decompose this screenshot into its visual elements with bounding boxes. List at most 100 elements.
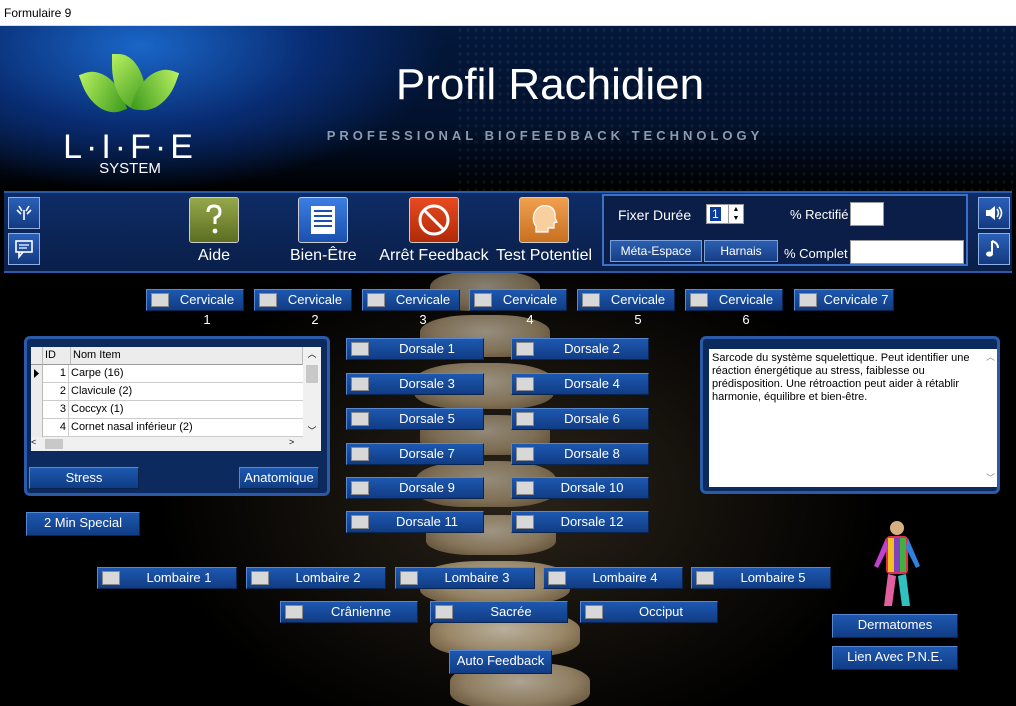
checkbox[interactable] <box>516 447 534 461</box>
checkbox[interactable] <box>351 481 369 495</box>
checkbox[interactable] <box>351 447 369 461</box>
dorsale-10-button[interactable]: Dorsale 10 <box>511 477 649 499</box>
dorsale-9-button[interactable]: Dorsale 9 <box>346 477 484 499</box>
anatomical-button[interactable]: Anatomique <box>239 467 319 489</box>
cervicale-7-button[interactable]: Cervicale 7 <box>794 289 894 311</box>
lombaire-2-button[interactable]: Lombaire 2 <box>246 567 386 589</box>
checkbox[interactable] <box>696 571 714 585</box>
cervicale-2-button[interactable]: Cervicale 2 <box>254 289 352 327</box>
harness-button[interactable]: Harnais <box>704 240 778 262</box>
table-row[interactable]: 2 Clavicule (2) <box>31 383 303 401</box>
checkbox[interactable] <box>351 342 369 356</box>
scroll-thumb[interactable] <box>306 365 318 383</box>
checkbox[interactable] <box>151 293 169 307</box>
dorsale-11-button[interactable]: Dorsale 11 <box>346 511 484 533</box>
sacral-button[interactable]: Sacrée <box>430 601 568 623</box>
lombaire-4-button[interactable]: Lombaire 4 <box>543 567 683 589</box>
checkbox[interactable] <box>474 293 492 307</box>
music-note-icon[interactable] <box>978 233 1010 265</box>
checkbox[interactable] <box>435 605 453 619</box>
cranial-button[interactable]: Crânienne <box>280 601 418 623</box>
lombaire-3-button[interactable]: Lombaire 3 <box>395 567 535 589</box>
dorsale-12-button[interactable]: Dorsale 12 <box>511 511 649 533</box>
checkbox[interactable] <box>516 412 534 426</box>
checkbox[interactable] <box>582 293 600 307</box>
scroll-left-icon[interactable]: < <box>31 437 36 447</box>
help-button[interactable]: Aide <box>184 197 244 269</box>
checkbox[interactable] <box>351 515 369 529</box>
row-id: 1 <box>43 365 69 382</box>
dorsale-3-button[interactable]: Dorsale 3 <box>346 373 484 395</box>
column-header-name[interactable]: Nom Item <box>71 347 303 365</box>
cervicale-5-button[interactable]: Cervicale 5 <box>577 289 675 327</box>
dermatomes-button[interactable]: Dermatomes <box>832 614 958 638</box>
chat-icon[interactable] <box>8 233 40 265</box>
dorsale-6-button[interactable]: Dorsale 6 <box>511 408 649 430</box>
checkbox[interactable] <box>516 377 534 391</box>
checkbox[interactable] <box>516 342 534 356</box>
table-row[interactable]: 3 Coccyx (1) <box>31 401 303 419</box>
scroll-up-icon[interactable]: ︿ <box>986 351 995 364</box>
checkbox[interactable] <box>285 605 303 619</box>
checkbox[interactable] <box>259 293 277 307</box>
dorsale-1-button[interactable]: Dorsale 1 <box>346 338 484 360</box>
test-potential-button[interactable]: Test Potentiel <box>494 197 594 269</box>
checkbox[interactable] <box>585 605 603 619</box>
cervicale-1-button[interactable]: Cervicale 1 <box>146 289 244 327</box>
lombaire-1-button[interactable]: Lombaire 1 <box>97 567 237 589</box>
checkbox[interactable] <box>400 571 418 585</box>
horizontal-scrollbar[interactable]: < > <box>31 437 321 451</box>
scroll-up-icon[interactable]: ︿ <box>303 347 321 360</box>
scroll-right-icon[interactable]: > <box>289 437 294 447</box>
dermatome-figure[interactable] <box>866 518 928 610</box>
checkbox[interactable] <box>516 515 534 529</box>
spinner-down-icon[interactable]: ▼ <box>728 214 743 223</box>
row-name: Cornet nasal inférieur (2) <box>71 421 193 433</box>
button-label: Lombaire 3 <box>444 570 510 585</box>
question-icon <box>189 197 239 243</box>
dorsale-5-button[interactable]: Dorsale 5 <box>346 408 484 430</box>
checkbox[interactable] <box>102 571 120 585</box>
duration-spinner[interactable]: 1 ▲ ▼ <box>706 204 744 224</box>
signal-icon[interactable] <box>8 197 40 229</box>
dorsale-8-button[interactable]: Dorsale 8 <box>511 443 649 465</box>
scroll-down-icon[interactable]: ﹀ <box>303 424 321 437</box>
spinner-up-icon[interactable]: ▲ <box>728 205 743 214</box>
hscroll-thumb[interactable] <box>45 439 63 449</box>
vertical-scrollbar[interactable]: ︿ ﹀ <box>303 347 321 437</box>
checkbox[interactable] <box>251 571 269 585</box>
session-panel: Fixer Durée 1 ▲ ▼ % Rectifié Méta-Espace… <box>602 194 968 266</box>
checkbox[interactable] <box>367 293 385 307</box>
checkbox[interactable] <box>799 293 817 307</box>
table-row[interactable]: 1 Carpe (16) <box>31 365 303 383</box>
button-label: Cervicale 2 <box>287 292 343 327</box>
column-header-id[interactable]: ID <box>43 347 71 365</box>
checkbox[interactable] <box>351 377 369 391</box>
cervicale-4-button[interactable]: Cervicale 4 <box>469 289 567 327</box>
cervicale-3-button[interactable]: Cervicale 3 <box>362 289 460 327</box>
stop-feedback-button[interactable]: Arrêt Feedback <box>376 197 492 269</box>
lombaire-5-button[interactable]: Lombaire 5 <box>691 567 831 589</box>
table-row[interactable]: 4 Cornet nasal inférieur (2) <box>31 419 303 437</box>
dorsale-4-button[interactable]: Dorsale 4 <box>511 373 649 395</box>
cervicale-6-button[interactable]: Cervicale 6 <box>685 289 783 327</box>
checkbox[interactable] <box>351 412 369 426</box>
wellbeing-button[interactable]: Bien-Être <box>290 197 357 269</box>
two-min-special-button[interactable]: 2 Min Special <box>26 512 140 536</box>
dorsale-7-button[interactable]: Dorsale 7 <box>346 443 484 465</box>
pne-link-button[interactable]: Lien Avec P.N.E. <box>832 646 958 670</box>
life-system-logo: L·I·F·E SYSTEM <box>60 52 200 182</box>
checkbox[interactable] <box>690 293 708 307</box>
checkbox[interactable] <box>516 481 534 495</box>
occiput-button[interactable]: Occiput <box>580 601 718 623</box>
dorsale-2-button[interactable]: Dorsale 2 <box>511 338 649 360</box>
auto-feedback-button[interactable]: Auto Feedback <box>449 650 552 674</box>
checkbox[interactable] <box>548 571 566 585</box>
button-label: Crânienne <box>331 604 391 619</box>
stop-feedback-label: Arrêt Feedback <box>379 247 489 264</box>
meta-space-button[interactable]: Méta-Espace <box>610 240 702 262</box>
scroll-down-icon[interactable]: ﹀ <box>986 472 995 485</box>
sound-icon[interactable] <box>978 197 1010 229</box>
stress-button[interactable]: Stress <box>29 467 139 489</box>
grid-corner <box>31 347 43 365</box>
